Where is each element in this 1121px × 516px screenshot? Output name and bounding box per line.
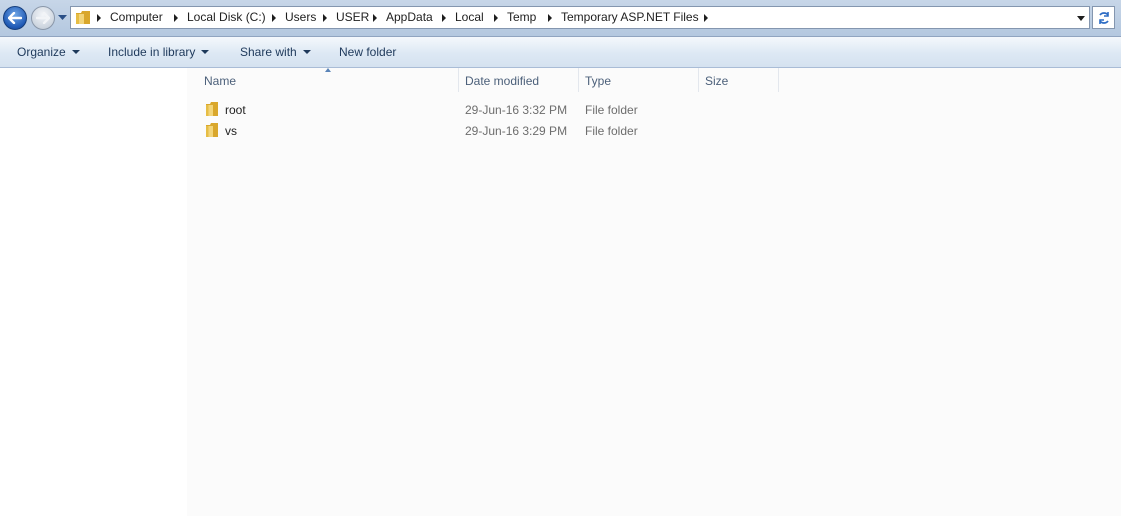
breadcrumb-appdata[interactable]: AppData — [386, 10, 433, 24]
column-divider[interactable] — [778, 68, 779, 92]
breadcrumb-computer[interactable]: Computer — [110, 10, 163, 24]
breadcrumb-user[interactable]: USER — [336, 10, 369, 24]
include-in-library-button[interactable]: Include in library — [108, 45, 210, 59]
breadcrumb-temporary-aspnet-files[interactable]: Temporary ASP.NET Files — [561, 10, 699, 24]
breadcrumb-separator-icon[interactable] — [323, 14, 327, 22]
folder-icon — [205, 123, 219, 141]
refresh-button[interactable] — [1092, 6, 1115, 29]
breadcrumb-separator-icon[interactable] — [272, 14, 276, 22]
share-with-label: Share with — [240, 45, 297, 59]
breadcrumb-separator-icon[interactable] — [174, 14, 178, 22]
new-folder-button[interactable]: New folder — [339, 45, 396, 59]
breadcrumb-local-disk[interactable]: Local Disk (C:) — [187, 10, 266, 24]
column-divider[interactable] — [578, 68, 579, 92]
chevron-down-icon — [302, 50, 311, 54]
include-in-library-label: Include in library — [108, 45, 196, 59]
share-with-button[interactable]: Share with — [240, 45, 311, 59]
breadcrumb-temp[interactable]: Temp — [507, 10, 536, 24]
breadcrumb-separator-icon[interactable] — [704, 14, 708, 22]
sort-ascending-icon — [325, 68, 331, 72]
organize-button[interactable]: Organize — [17, 45, 80, 59]
column-header-name[interactable]: Name — [204, 74, 236, 88]
breadcrumb-separator-icon[interactable] — [373, 14, 377, 22]
refresh-icon — [1098, 11, 1109, 24]
command-bar: Organize Include in library Share with N… — [0, 37, 1121, 68]
list-item[interactable]: vs 29-Jun-16 3:29 PM File folder — [199, 121, 779, 141]
file-list[interactable]: Name Date modified Type Size root 29-Jun… — [187, 68, 1121, 516]
breadcrumb-separator-icon[interactable] — [494, 14, 498, 22]
file-type: File folder — [585, 124, 638, 138]
list-item[interactable]: root 29-Jun-16 3:32 PM File folder — [199, 100, 779, 120]
file-name[interactable]: root — [225, 103, 246, 117]
back-arrow-icon — [8, 12, 22, 24]
file-type: File folder — [585, 103, 638, 117]
chevron-down-icon — [57, 15, 67, 20]
column-header-type[interactable]: Type — [585, 74, 611, 88]
address-toolbar: Computer Local Disk (C:) Users USER AppD… — [0, 0, 1121, 37]
breadcrumb-separator-icon[interactable] — [548, 14, 552, 22]
breadcrumb-local[interactable]: Local — [455, 10, 484, 24]
column-divider[interactable] — [458, 68, 459, 92]
folder-icon — [205, 102, 219, 120]
file-date-modified: 29-Jun-16 3:29 PM — [465, 124, 568, 138]
file-name[interactable]: vs — [225, 124, 237, 138]
column-header-date-modified[interactable]: Date modified — [465, 74, 539, 88]
navigation-pane[interactable] — [0, 68, 187, 516]
address-bar[interactable]: Computer Local Disk (C:) Users USER AppD… — [70, 6, 1090, 29]
folder-icon — [75, 10, 91, 28]
column-divider[interactable] — [698, 68, 699, 92]
breadcrumb-separator-icon[interactable] — [442, 14, 446, 22]
file-date-modified: 29-Jun-16 3:32 PM — [465, 103, 568, 117]
forward-button[interactable] — [31, 6, 55, 30]
column-header-size[interactable]: Size — [705, 74, 728, 88]
address-dropdown-icon[interactable] — [1077, 16, 1085, 21]
breadcrumb-users[interactable]: Users — [285, 10, 316, 24]
breadcrumb-separator-icon[interactable] — [97, 14, 101, 22]
organize-label: Organize — [17, 45, 66, 59]
back-button[interactable] — [3, 6, 27, 30]
chevron-down-icon — [71, 50, 80, 54]
forward-arrow-icon — [36, 12, 50, 24]
recent-pages-button[interactable] — [57, 12, 67, 24]
chevron-down-icon — [201, 50, 210, 54]
